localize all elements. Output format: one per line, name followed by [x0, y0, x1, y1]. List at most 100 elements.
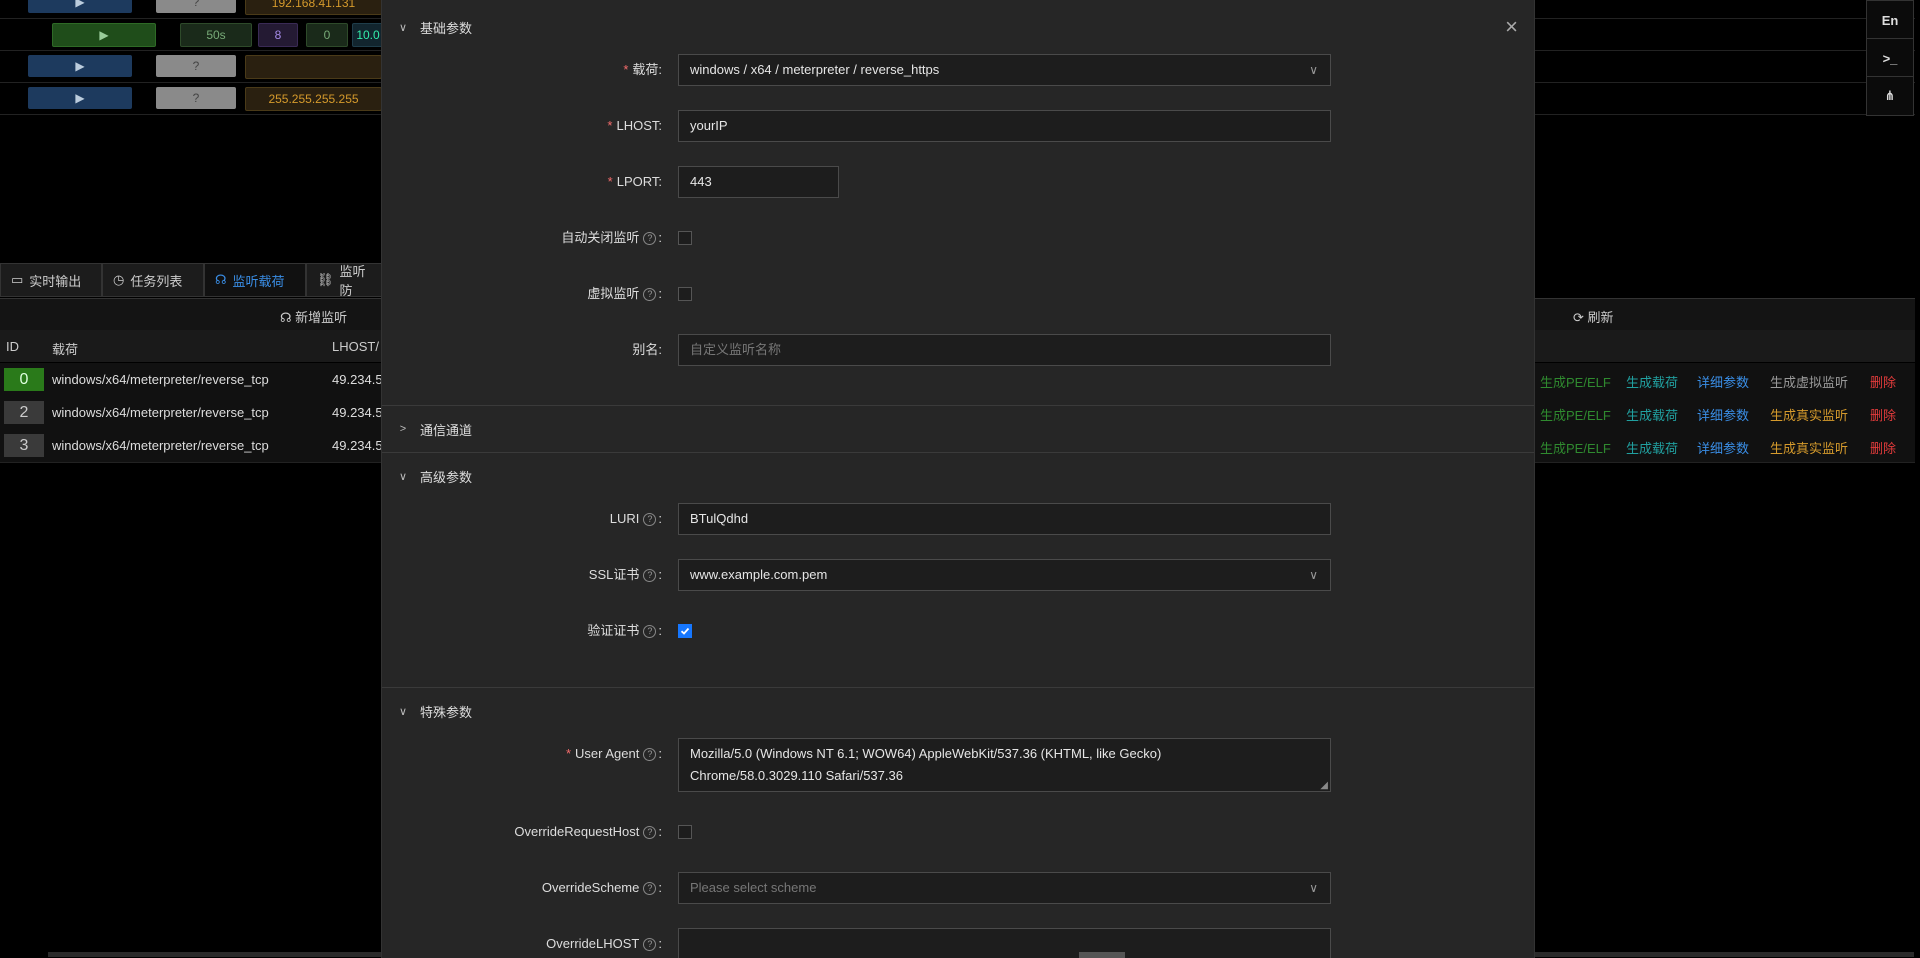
- help-icon[interactable]: ?: [643, 748, 657, 762]
- row-payload: windows/x64/meterpreter/reverse_tcp: [52, 438, 269, 453]
- network-icon[interactable]: ⋔: [1866, 76, 1914, 116]
- override-scheme-select[interactable]: Please select scheme ∨: [678, 872, 1331, 904]
- resize-handle-icon[interactable]: ◢: [1320, 781, 1328, 791]
- help-icon[interactable]: ?: [643, 513, 657, 527]
- details-link[interactable]: 详细参数: [1697, 438, 1749, 457]
- generate-pe-elf-link[interactable]: 生成PE/ELF: [1540, 372, 1611, 391]
- row-lhost: 49.234.5: [332, 438, 383, 453]
- label-text: 自动关闭监听: [561, 230, 640, 245]
- label-text: OverrideScheme: [541, 880, 640, 895]
- textarea-line: Chrome/58.0.3029.110 Safari/537.36: [690, 768, 903, 783]
- verify-cert-checkbox[interactable]: [678, 624, 692, 638]
- lhost-input[interactable]: yourIP: [678, 110, 1331, 142]
- ssl-cert-select[interactable]: www.example.com.pem ∨: [678, 559, 1331, 591]
- section-title: 通信通道: [420, 422, 473, 438]
- delete-link[interactable]: 删除: [1870, 438, 1896, 457]
- lport-label: * LPORT:: [607, 174, 662, 189]
- modal-scrollbar-thumb[interactable]: [1079, 952, 1125, 958]
- alias-label: 别名:: [382, 334, 662, 366]
- play-icon[interactable]: ▶: [52, 23, 156, 47]
- tab-label: 监听防: [339, 264, 366, 298]
- generate-pe-elf-link[interactable]: 生成PE/ELF: [1540, 438, 1611, 457]
- headphones-icon: ☊: [215, 272, 227, 287]
- user-agent-label: * User Agent?:: [565, 746, 662, 762]
- play-icon[interactable]: ▶: [28, 55, 132, 77]
- listener-config-modal: × ∨ 基础参数 * 载荷: windows / x64 / meterprete…: [381, 0, 1535, 958]
- help-icon[interactable]: ?: [643, 938, 657, 952]
- chevron-down-icon: ∨: [398, 21, 408, 34]
- language-button[interactable]: En: [1866, 0, 1914, 40]
- help-icon[interactable]: ?: [643, 625, 657, 639]
- button-label: 新增监听: [295, 310, 348, 325]
- section-title: 基础参数: [420, 20, 473, 36]
- help-icon[interactable]: ?: [643, 882, 657, 896]
- override-request-host-checkbox[interactable]: [678, 825, 692, 839]
- tab-listener-defense[interactable]: ⛓ 监听防: [306, 263, 386, 298]
- help-icon[interactable]: ?: [643, 232, 657, 246]
- user-agent-textarea[interactable]: Mozilla/5.0 (Windows NT 6.1; WOW64) Appl…: [678, 738, 1331, 792]
- sleep-badge: 50s: [180, 23, 252, 47]
- generate-payload-link[interactable]: 生成载荷: [1626, 372, 1678, 391]
- chevron-down-icon: ∨: [1309, 568, 1318, 582]
- luri-input[interactable]: BTulQdhd: [678, 503, 1331, 535]
- override-lhost-label: OverrideLHOST?:: [546, 936, 662, 952]
- ip-badge: [245, 55, 382, 79]
- refresh-button[interactable]: ⟳ 刷新: [1573, 307, 1614, 326]
- section-special-header[interactable]: ∨ 特殊参数: [382, 688, 1534, 734]
- textarea-line: Mozilla/5.0 (Windows NT 6.1; WOW64) Appl…: [690, 746, 1162, 761]
- virtual-listener-checkbox[interactable]: [678, 287, 692, 301]
- virtual-listener-label: 虚拟监听?:: [587, 286, 662, 302]
- section-advanced-header[interactable]: ∨ 高级参数: [382, 453, 1534, 499]
- delete-link[interactable]: 删除: [1870, 372, 1896, 391]
- status-badge: ?: [156, 87, 236, 109]
- section-basic-header[interactable]: ∨ 基础参数: [382, 4, 1534, 50]
- alias-input[interactable]: 自定义监听名称: [678, 334, 1331, 366]
- play-icon[interactable]: ▶: [28, 0, 132, 13]
- play-icon[interactable]: ▶: [28, 87, 132, 109]
- generate-payload-link[interactable]: 生成载荷: [1626, 405, 1678, 424]
- label-text: 虚拟监听: [587, 286, 640, 301]
- status-badge: ?: [156, 0, 236, 13]
- tab-listener-payload[interactable]: ☊ 监听载荷: [204, 263, 306, 297]
- terminal-icon[interactable]: >_: [1866, 38, 1914, 78]
- row-payload: windows/x64/meterpreter/reverse_tcp: [52, 405, 269, 420]
- select-value: www.example.com.pem: [690, 567, 828, 582]
- help-icon[interactable]: ?: [643, 826, 657, 840]
- payload-select[interactable]: windows / x64 / meterpreter / reverse_ht…: [678, 54, 1331, 86]
- lport-input[interactable]: 443: [678, 166, 839, 198]
- label-text: SSL证书: [588, 567, 640, 582]
- help-icon[interactable]: ?: [643, 569, 657, 583]
- select-placeholder: Please select scheme: [690, 880, 817, 895]
- tab-task-list[interactable]: ◷ 任务列表: [102, 263, 204, 297]
- details-link[interactable]: 详细参数: [1697, 405, 1749, 424]
- tab-realtime-output[interactable]: ▭ 实时输出: [0, 263, 102, 297]
- override-lhost-input[interactable]: [678, 928, 1331, 958]
- section-title: 特殊参数: [420, 704, 473, 720]
- ip-badge: 255.255.255.255: [245, 87, 382, 111]
- help-icon[interactable]: ?: [643, 288, 657, 302]
- generate-payload-link[interactable]: 生成载荷: [1626, 438, 1678, 457]
- monitor-icon: ▭: [11, 272, 24, 287]
- generate-listener-link[interactable]: 生成虚拟监听: [1770, 372, 1848, 391]
- count-badge: 0: [306, 23, 348, 47]
- chevron-down-icon: ∨: [1309, 63, 1318, 77]
- generate-pe-elf-link[interactable]: 生成PE/ELF: [1540, 405, 1611, 424]
- details-link[interactable]: 详细参数: [1697, 372, 1749, 391]
- auto-close-checkbox[interactable]: [678, 231, 692, 245]
- label-text: OverrideLHOST: [546, 936, 640, 951]
- generate-listener-link[interactable]: 生成真实监听: [1770, 405, 1848, 424]
- payload-label: * 载荷:: [623, 62, 662, 77]
- new-listener-button[interactable]: ☊ 新增监听: [280, 307, 347, 326]
- override-scheme-label: OverrideScheme?:: [541, 880, 662, 896]
- column-header-payload: 载荷: [52, 342, 79, 357]
- clock-icon: ◷: [113, 272, 125, 287]
- label-text: LURI: [609, 511, 640, 526]
- tab-label: 任务列表: [130, 273, 183, 289]
- generate-listener-link[interactable]: 生成真实监听: [1770, 438, 1848, 457]
- delete-link[interactable]: 删除: [1870, 405, 1896, 424]
- chevron-down-icon: ∨: [398, 470, 408, 483]
- ssl-cert-label: SSL证书?:: [588, 567, 662, 583]
- section-channel-header[interactable]: > 通信通道: [382, 406, 1534, 452]
- tab-label: 实时输出: [29, 273, 82, 289]
- ip-badge: 10.0: [352, 23, 384, 47]
